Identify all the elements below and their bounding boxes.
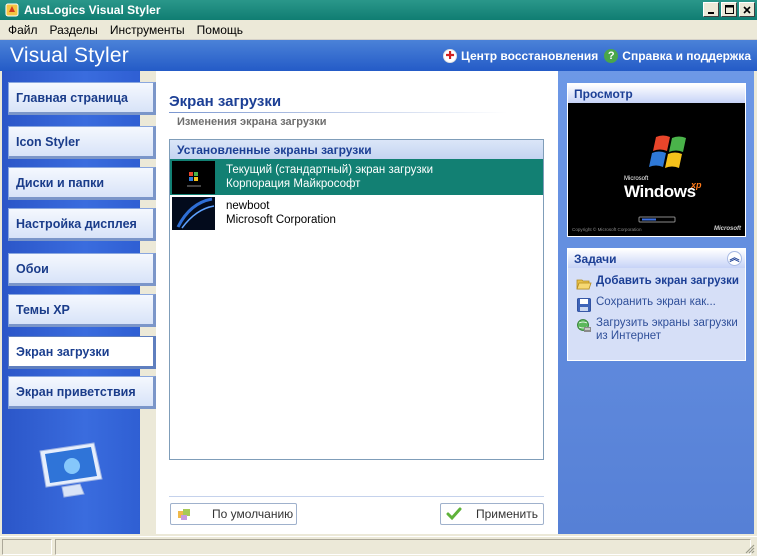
nav-wallpaper[interactable]: Обои [8,253,156,286]
nav-home-label: Главная страница [16,90,128,105]
boot-screen-thumbnail [172,196,215,230]
preview-logo-sup: xp [691,180,702,190]
boot-screens-list[interactable]: Установленные экраны загрузки Текущий (с… [169,139,544,460]
nav-welcome-screen-label: Экран приветствия [16,384,136,399]
task-add-label: Добавить экран загрузки [596,275,739,287]
folder-open-icon [576,279,592,290]
nav-drives-folders[interactable]: Диски и папки [8,167,156,200]
floppy-disk-icon [577,298,591,312]
boot-screen-name: Текущий (стандартный) экран загрузки [226,164,434,176]
app-header: Visual Styler ✚ Центр восстановления ? С… [0,40,757,71]
monitor-illustration-icon [39,442,103,498]
task-add-boot-screen[interactable]: Добавить экран загрузки [568,275,745,291]
menu-file[interactable]: Файл [2,23,44,37]
page-subtitle: Изменения экрана загрузки [177,116,327,128]
buttons-divider [169,496,544,497]
list-item[interactable]: newboot Microsoft Corporation [170,195,543,231]
tasks-panel: Задачи ︽ Добавить экран загрузки Сохрани… [567,248,746,361]
boot-screen-author: Microsoft Corporation [226,214,336,226]
restore-center-label: Центр восстановления [461,48,599,63]
nav-xp-themes-label: Темы XP [16,302,70,317]
status-pane-left [2,538,52,555]
menu-bar: Файл Разделы Инструменты Помощь [0,20,757,40]
task-download-label: Загрузить экраны загрузки из Интернет [596,317,738,342]
list-header: Установленные экраны загрузки [170,140,543,159]
puzzle-reset-icon [178,509,190,520]
default-button-label: По умолчанию [212,507,294,521]
list-item[interactable]: Текущий (стандартный) экран загрузки Кор… [170,159,543,195]
status-pane-main [55,538,751,555]
apply-button-label: Применить [476,507,539,521]
windows-flag-icon [638,135,686,223]
close-button[interactable] [739,2,755,17]
boot-screen-name: newboot [226,200,270,212]
task-save-label: Сохранить экран как... [596,296,716,308]
window-controls [703,2,755,17]
menu-sections[interactable]: Разделы [44,23,104,37]
collapse-chevron-up-icon[interactable]: ︽ [727,251,742,266]
app-icon [5,3,19,17]
menu-help[interactable]: Помощь [191,23,249,37]
header-links: ✚ Центр восстановления ? Справка и подде… [443,40,751,71]
globe-download-icon [577,319,591,332]
checkmark-icon [446,507,462,521]
minimize-icon [708,11,714,14]
tasks-header-label: Задачи [574,251,617,266]
app-title: Visual Styler [10,43,129,67]
preview-logo-text: Windows [624,182,696,201]
page-title: Экран загрузки [169,93,282,110]
status-bar [0,536,757,556]
nav-boot-screen-label: Экран загрузки [16,344,110,359]
help-question-icon: ? [604,48,619,63]
menu-tools[interactable]: Инструменты [104,23,191,37]
preview-copyright: Copyright © Microsoft Corporation [572,227,642,232]
boot-screen-thumbnail [172,160,215,194]
help-support-link[interactable]: ? Справка и поддержка [604,48,751,63]
nav-icon-styler[interactable]: Icon Styler [8,126,156,159]
preview-header: Просмотр [568,84,745,103]
restore-center-link[interactable]: ✚ Центр восстановления [443,48,599,63]
nav-display-settings[interactable]: Настройка дисплея [8,208,156,241]
boot-screen-author: Корпорация Майкрософт [226,178,361,190]
nav-welcome-screen[interactable]: Экран приветствия [8,376,156,409]
right-panel: Просмотр Microsoft Windows xp Copyright … [558,71,754,534]
preview-ms-corner: Microsoft [714,226,741,232]
nav-drives-folders-label: Диски и папки [16,175,105,190]
task-save-screen-as[interactable]: Сохранить экран как... [568,296,745,312]
nav-home[interactable]: Главная страница [8,82,156,115]
apply-button[interactable]: Применить [440,503,544,525]
preview-panel: Просмотр Microsoft Windows xp Copyright … [567,83,746,237]
task-download-screens[interactable]: Загрузить экраны загрузки из Интернет [568,317,745,343]
title-bar: AusLogics Visual Styler [0,0,757,20]
window-title: AusLogics Visual Styler [24,3,161,17]
default-button[interactable]: По умолчанию [170,503,297,525]
nav-xp-themes[interactable]: Темы XP [8,294,156,327]
title-divider [169,112,507,113]
minimize-button[interactable] [703,2,719,17]
boot-preview: Microsoft Windows xp Copyright © Microso… [568,103,745,236]
restore-cross-icon: ✚ [443,48,458,63]
close-icon [743,5,751,14]
main-content: Экран загрузки Изменения экрана загрузки… [156,71,558,534]
resize-grip-icon[interactable] [743,542,755,554]
maximize-button[interactable] [721,2,737,17]
help-support-label: Справка и поддержка [622,48,751,63]
nav-display-settings-label: Настройка дисплея [16,216,137,231]
nav-boot-screen[interactable]: Экран загрузки [8,336,156,369]
nav-wallpaper-label: Обои [16,261,49,276]
nav-icon-styler-label: Icon Styler [16,134,80,149]
maximize-icon [724,5,734,14]
tasks-header[interactable]: Задачи ︽ [568,249,745,268]
